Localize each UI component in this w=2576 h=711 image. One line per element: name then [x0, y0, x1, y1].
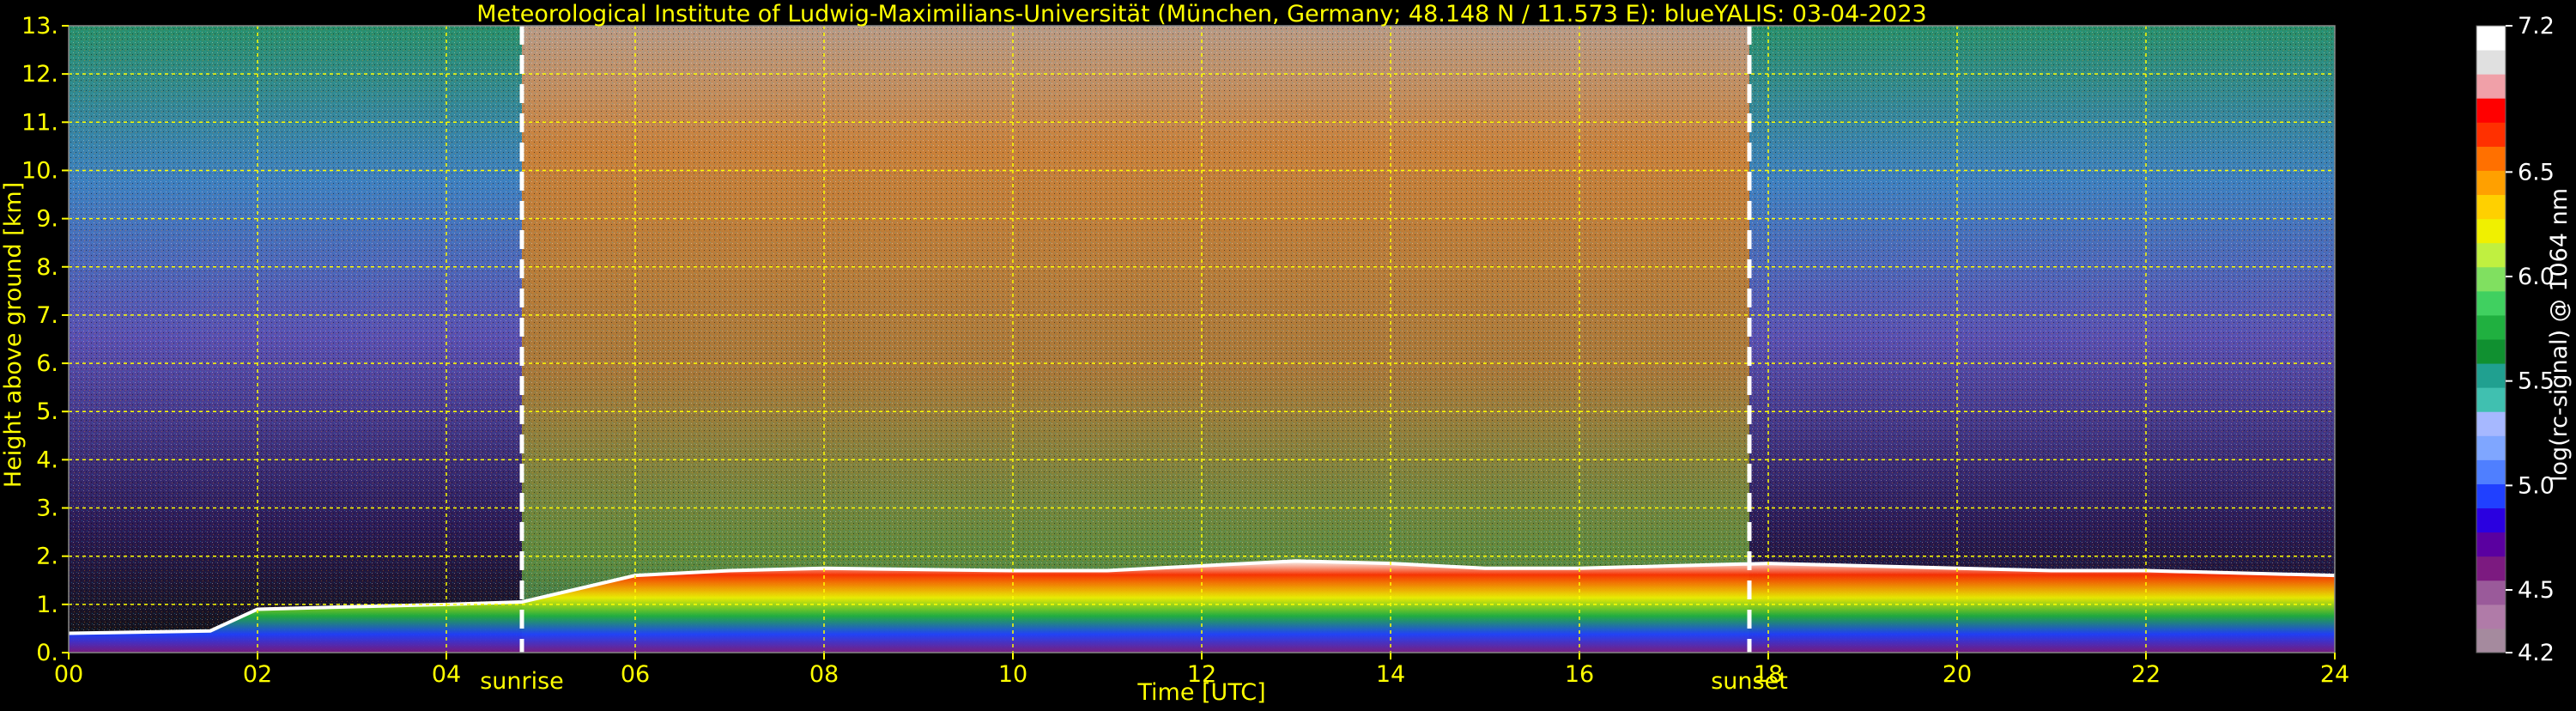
colorbar-segment: [2476, 50, 2506, 75]
y-tick-label: 0.: [36, 640, 58, 666]
y-tick-label: 10.: [21, 157, 58, 184]
colorbar-segment: [2476, 242, 2506, 268]
colorbar-segment: [2476, 580, 2506, 605]
y-tick-label: 4.: [36, 447, 58, 473]
y-tick-label: 12.: [21, 61, 58, 88]
y-tick-label: 1.: [36, 592, 58, 618]
plot-background: [69, 26, 2335, 653]
colorbar-segment: [2476, 556, 2506, 581]
colorbar-tick-label: 4.5: [2518, 577, 2555, 604]
colorbar-segment: [2476, 532, 2506, 557]
x-tick-label: 10: [998, 661, 1027, 688]
y-axis-label: Height above ground [km]: [0, 182, 27, 488]
x-tick-label: 20: [1943, 661, 1972, 688]
y-tick-label: 5.: [36, 398, 58, 425]
x-tick-label: 04: [432, 661, 461, 688]
y-tick-label: 6.: [36, 350, 58, 377]
colorbar-segment: [2476, 363, 2506, 388]
signal-noise: [69, 26, 2335, 653]
colorbar-segment: [2476, 218, 2506, 244]
colorbar-segment: [2476, 74, 2506, 99]
y-tick-label: 9.: [36, 206, 58, 233]
colorbar-tick-label: 7.2: [2518, 13, 2555, 40]
colorbar-segment: [2476, 604, 2506, 629]
colorbar-segment: [2476, 26, 2506, 51]
y-tick-label: 3.: [36, 495, 58, 522]
sunrise-label: sunrise: [480, 668, 564, 695]
colorbar-segment: [2476, 266, 2506, 292]
colorbar-label: log(rc-signal) @ 1064 nm: [2546, 188, 2573, 482]
colorbar-segment: [2476, 122, 2506, 147]
colorbar-segment: [2476, 459, 2506, 484]
y-tick-label: 2.: [36, 544, 58, 570]
colorbar-segment: [2476, 483, 2506, 509]
colorbar-tick-label: 6.5: [2518, 159, 2555, 185]
x-tick-label: 16: [1565, 661, 1594, 688]
colorbar-tick-label: 4.2: [2518, 640, 2555, 666]
colorbar-segment: [2476, 290, 2506, 316]
lidar-figure: sunrise sunset 00 02 04 06 08 10 12 14 16 18 20 22 24…: [0, 0, 2576, 708]
x-tick-label: 08: [809, 661, 839, 688]
x-tick-label: 18: [1754, 661, 1783, 688]
colorbar-segment: [2476, 628, 2506, 653]
y-tick-label: 13.: [21, 13, 58, 40]
colorbar-segment: [2476, 314, 2506, 340]
colorbar-segment: [2476, 507, 2506, 533]
x-tick-label: 24: [2320, 661, 2349, 688]
colorbar-segment: [2476, 339, 2506, 364]
colorbar-segment: [2476, 387, 2506, 412]
colorbar-segment: [2476, 146, 2506, 171]
colorbar-segment: [2476, 435, 2506, 460]
x-tick-label: 22: [2131, 661, 2161, 688]
colorbar-segment: [2476, 98, 2506, 123]
colorbar-segment: [2476, 411, 2506, 436]
y-tick-label: 11.: [21, 109, 58, 136]
colorbar-segment: [2476, 194, 2506, 220]
colorbar: 4.24.55.05.56.06.57.2: [2476, 13, 2555, 666]
colorbar-segment: [2476, 170, 2506, 196]
y-tick-label: 7.: [36, 302, 58, 329]
chart-title: Meteorological Institute of Ludwig-Maxim…: [476, 1, 1926, 27]
x-tick-label: 02: [243, 661, 272, 688]
y-tick-label: 8.: [36, 254, 58, 281]
x-tick-label: 14: [1376, 661, 1405, 688]
x-axis-label: Time [UTC]: [1136, 679, 1265, 706]
lidar-heatmap-chart: sunrise sunset 00 02 04 06 08 10 12 14 16 18 20 22 24…: [0, 1, 2573, 706]
x-tick-label: 06: [621, 661, 650, 688]
